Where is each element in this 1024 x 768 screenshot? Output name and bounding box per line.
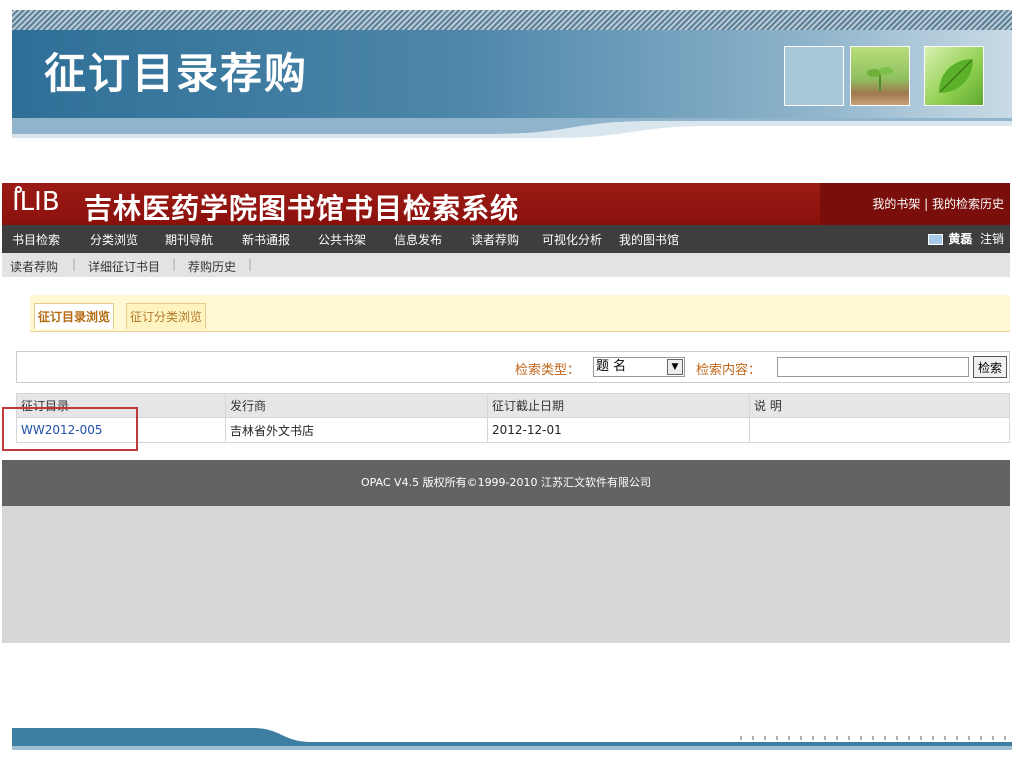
nav-item-new-books[interactable]: 新书通报 [242, 231, 290, 248]
bottom-dotted-line [740, 736, 1010, 740]
nav-item-category-browse[interactable]: 分类浏览 [90, 231, 138, 248]
user-area: 黄磊 注销 [927, 230, 1004, 247]
banner-thumbnail-blank [784, 46, 844, 106]
search-content-label: 检索内容： [696, 363, 762, 378]
app-header: ILIB 吉林医药学院图书馆书目检索系统 我的书架 | 我的检索历史 [2, 183, 1010, 225]
subnav-item-reader-recommend[interactable]: 读者荐购 [10, 258, 58, 275]
table-header-row: 征订目录 发行商 征订截止日期 说 明 [16, 393, 1010, 418]
search-bar: 检索类型： 题 名 ▼ 检索内容： 检索 [16, 351, 1010, 383]
sprout-icon [867, 67, 893, 91]
search-type-label: 检索类型： [515, 363, 581, 378]
logout-link[interactable]: 注销 [980, 232, 1004, 246]
user-name[interactable]: 黄磊 [948, 232, 972, 246]
search-input[interactable] [777, 357, 969, 377]
column-header-deadline: 征订截止日期 [487, 393, 750, 418]
app-footer: OPAC V4.5 版权所有©1999-2010 江苏汇文软件有限公司 [2, 460, 1010, 506]
cell-notes [749, 417, 1010, 443]
header-links[interactable]: 我的书架 | 我的检索历史 [872, 195, 1004, 212]
tab-order-category-browse[interactable]: 征订分类浏览 [126, 303, 207, 329]
highlight-annotation-box [2, 407, 138, 451]
main-nav: 书目检索 分类浏览 期刊导航 新书通报 公共书架 信息发布 读者荐购 可视化分析… [2, 225, 1010, 253]
nav-item-public-shelf[interactable]: 公共书架 [318, 231, 366, 248]
chevron-down-icon[interactable]: ▼ [667, 359, 683, 375]
nav-item-journal-nav[interactable]: 期刊导航 [165, 231, 213, 248]
nav-item-my-library[interactable]: 我的图书馆 [619, 231, 679, 248]
user-card-icon [927, 234, 943, 245]
subnav-separator: | [248, 257, 253, 271]
table-row: WW2012-005 吉林省外文书店 2012-12-01 [16, 417, 1010, 443]
search-type-select[interactable]: 题 名 ▼ [593, 357, 685, 377]
nav-item-visual-analysis[interactable]: 可视化分析 [542, 231, 602, 248]
library-app-screenshot: ILIB 吉林医药学院图书馆书目检索系统 我的书架 | 我的检索历史 书目检索 … [2, 183, 1010, 643]
subnav-item-recommend-history[interactable]: 荐购历史 [188, 258, 236, 275]
subnav-separator: | [72, 257, 77, 271]
ilib-logo: ILIB [12, 187, 60, 217]
banner-swoosh [12, 118, 1012, 138]
nav-item-announcements[interactable]: 信息发布 [394, 231, 442, 248]
banner-thumbnail-leaf [924, 46, 984, 106]
order-catalog-table: 征订目录 发行商 征订截止日期 说 明 WW2012-005 吉林省外文书店 2… [16, 393, 1010, 443]
search-button[interactable]: 检索 [973, 356, 1007, 378]
subnav-separator: | [172, 257, 177, 271]
app-title: 吉林医药学院图书馆书目检索系统 [84, 192, 520, 225]
tabs-strip: 征订目录浏览 征订分类浏览 [30, 295, 1010, 332]
sub-nav: 读者荐购 | 详细征订书目 | 荐购历史 | [2, 253, 1010, 277]
column-header-notes: 说 明 [749, 393, 1010, 418]
slide-banner: 征订目录荐购 [12, 30, 1012, 122]
banner-thumbnail-sprout [850, 46, 910, 106]
banner-hatch-strip [12, 10, 1012, 30]
leaf-icon [939, 59, 973, 93]
tab-order-catalog-browse[interactable]: 征订目录浏览 [34, 303, 115, 329]
column-header-publisher: 发行商 [225, 393, 488, 418]
slide-title: 征订目录荐购 [44, 49, 309, 98]
nav-item-catalog-search[interactable]: 书目检索 [12, 231, 60, 248]
subnav-item-order-catalog[interactable]: 详细征订书目 [88, 258, 160, 275]
bottom-decoration-bar [12, 728, 1012, 750]
nav-item-reader-recommend[interactable]: 读者荐购 [471, 231, 519, 248]
cell-publisher: 吉林省外文书店 [225, 417, 488, 443]
cell-deadline: 2012-12-01 [487, 417, 750, 443]
search-type-value: 题 名 [596, 359, 627, 374]
app-empty-area [2, 506, 1010, 643]
